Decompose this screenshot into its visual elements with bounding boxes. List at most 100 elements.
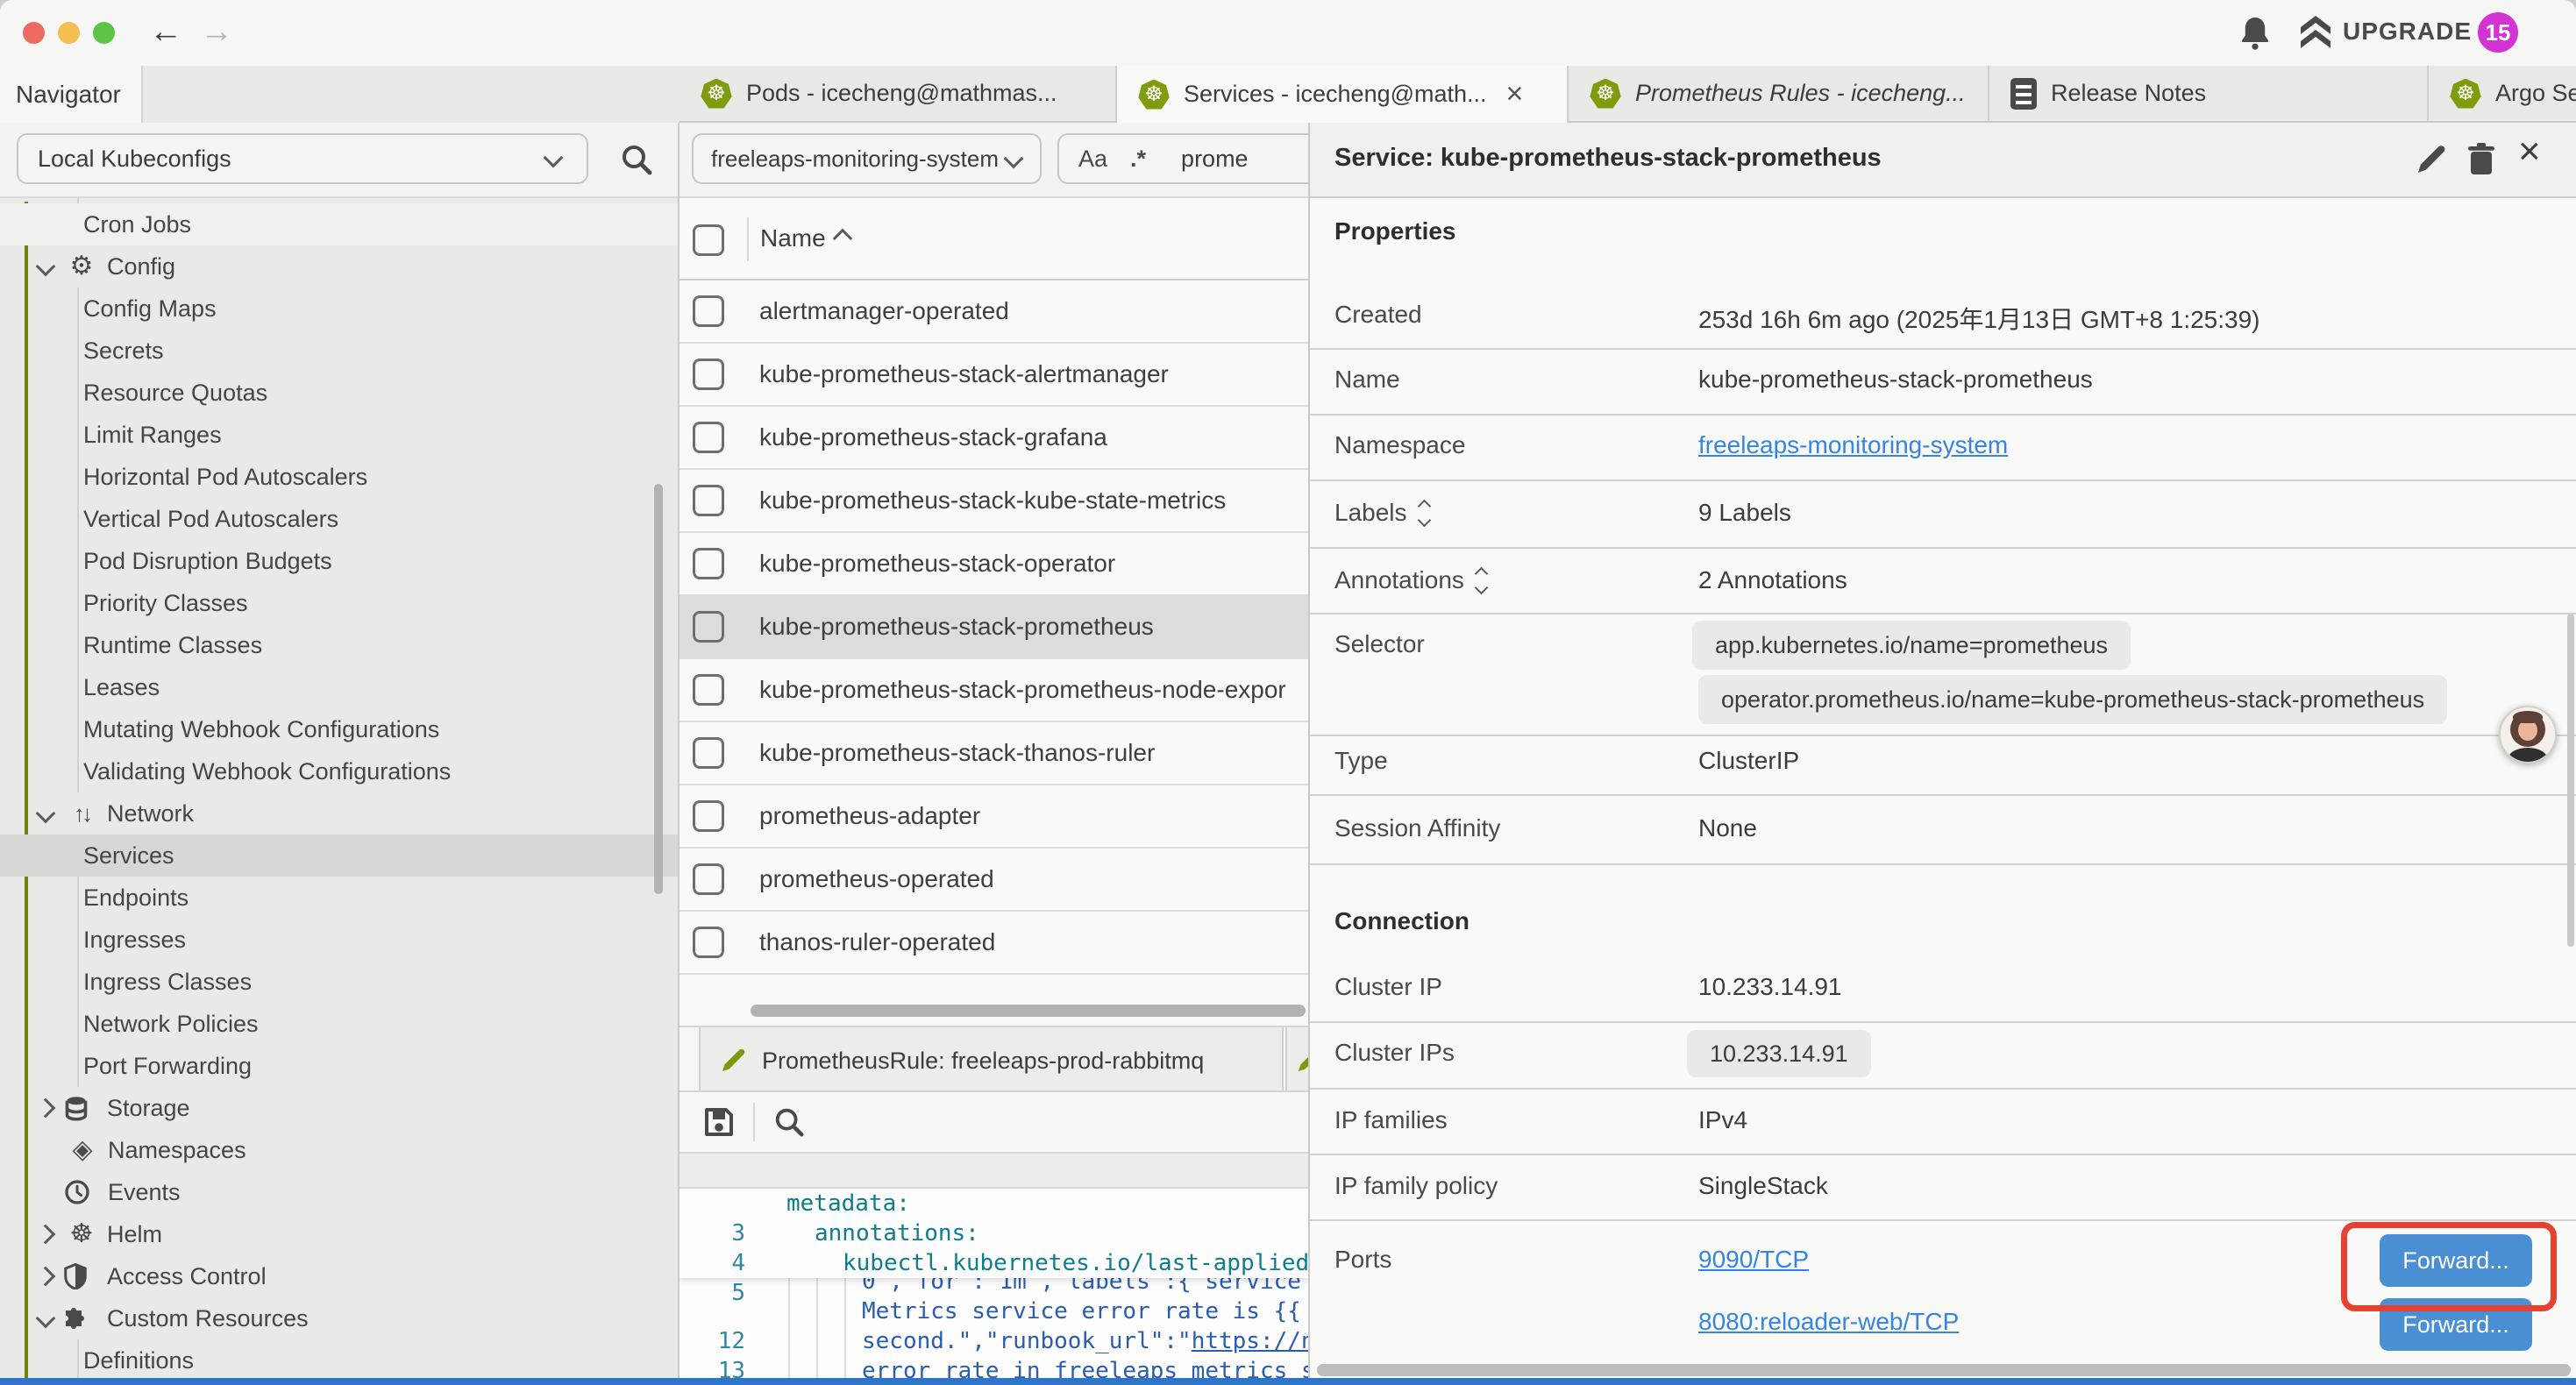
table-row[interactable]: kube-prometheus-stack-operator [680,533,1308,596]
sidebar-item-leases[interactable]: Leases [0,666,680,708]
row-checkbox[interactable] [693,737,724,769]
sidebar-item-custom-resources[interactable]: Custom Resources [0,1297,680,1339]
close-window-button[interactable] [23,22,45,44]
row-checkbox[interactable] [693,548,724,579]
sidebar-item-endpoints[interactable]: Endpoints [0,877,680,919]
editor-tab-prometheusrule[interactable]: PrometheusRule: freeleaps-prod-rabbitmq [699,1027,1284,1092]
tab-release-notes[interactable]: Release Notes [1989,66,2429,121]
labels-value: 9 Labels [1698,499,1791,527]
sidebar-scrollbar[interactable] [654,484,663,894]
row-divider [1310,479,2576,481]
forward-button[interactable]: → [200,12,233,51]
table-horizontal-scrollbar[interactable] [751,1005,1306,1017]
notification-badge[interactable]: 15 [2478,12,2518,53]
minimize-window-button[interactable] [58,22,80,44]
regex-toggle[interactable]: .* [1130,146,1146,173]
table-row[interactable]: kube-prometheus-stack-grafana [680,407,1308,470]
code-link[interactable]: https://net [1192,1328,1308,1354]
sidebar-item-ingresses[interactable]: Ingresses [0,919,680,961]
sidebar-item-runtime-classes[interactable]: Runtime Classes [0,624,680,666]
table-row[interactable]: kube-prometheus-stack-thanos-ruler [680,722,1308,785]
sidebar-item-events[interactable]: Events [0,1171,680,1213]
table-row[interactable]: thanos-ruler-operated [680,912,1308,975]
sidebar-item-validating-webhook-configurations[interactable]: Validating Webhook Configurations [0,750,680,792]
maximize-window-button[interactable] [93,22,115,44]
sidebar-item-ingress-classes[interactable]: Ingress Classes [0,961,680,1003]
table-row-selected[interactable]: kube-prometheus-stack-prometheus [680,596,1308,659]
tab-navigator[interactable]: Navigator [0,66,143,123]
tab-pods[interactable]: ☸ Pods - icecheng@mathmas... [680,66,1117,121]
table-row[interactable]: kube-prometheus-stack-alertmanager [680,344,1308,407]
sidebar-item-storage[interactable]: Storage [0,1087,680,1129]
sort-ascending-icon[interactable] [833,229,853,249]
details-scrollbar[interactable] [2567,614,2574,947]
port-link[interactable]: 8080:reloader-web/TCP [1698,1308,1959,1336]
row-checkbox[interactable] [693,359,724,390]
search-icon[interactable] [619,142,654,177]
column-header-name[interactable]: Name [760,224,826,252]
selector-chip: operator.prometheus.io/name=kube-prometh… [1698,675,2447,724]
annotations-label[interactable]: Annotations [1334,566,1486,594]
sidebar-item-port-forwarding[interactable]: Port Forwarding [0,1045,680,1087]
table-row[interactable]: prometheus-operated [680,849,1308,912]
sidebar-item-horizontal-pod-autoscalers[interactable]: Horizontal Pod Autoscalers [0,456,680,498]
sidebar-item-priority-classes[interactable]: Priority Classes [0,582,680,624]
sidebar-item-vertical-pod-autoscalers[interactable]: Vertical Pod Autoscalers [0,498,680,540]
sidebar-item-pod-disruption-budgets[interactable]: Pod Disruption Budgets [0,540,680,582]
row-checkbox[interactable] [693,863,724,895]
sidebar-item-limit-ranges[interactable]: Limit Ranges [0,414,680,456]
sidebar-item-resource-quotas[interactable]: Resource Quotas [0,372,680,414]
upgrade-icon[interactable] [2297,14,2334,53]
name-label: Name [1334,366,1400,394]
labels-label[interactable]: Labels [1334,499,1429,527]
select-all-checkbox[interactable] [693,224,724,256]
sidebar-item-network[interactable]: ↑↓ Network [0,792,680,835]
network-icon: ↑↓ [63,800,100,827]
close-tab-icon[interactable]: × [1506,77,1524,111]
row-checkbox[interactable] [693,485,724,516]
sidebar-item-network-policies[interactable]: Network Policies [0,1003,680,1045]
yaml-editor[interactable]: 0","for":"1m","labels":{"service":" 12 M… [680,1189,1308,1378]
sidebar-item-mutating-webhook-configurations[interactable]: Mutating Webhook Configurations [0,708,680,750]
edit-icon[interactable] [2413,142,2448,177]
sidebar-item-services[interactable]: Services [0,835,680,877]
sidebar-item-helm[interactable]: ☸ Helm [0,1213,680,1255]
back-button[interactable]: ← [149,12,182,51]
row-checkbox[interactable] [693,800,724,832]
avatar[interactable] [2499,706,2557,764]
sidebar-item-access-control[interactable]: Access Control [0,1255,680,1297]
close-panel-icon[interactable]: × [2518,130,2541,174]
tab-argo[interactable]: ☸ Argo Se [2429,66,2576,121]
tab-services[interactable]: ☸ Services - icecheng@math... × [1117,66,1569,123]
row-checkbox[interactable] [693,295,724,327]
sidebar-item-config-maps[interactable]: Config Maps [0,288,680,330]
sidebar-item-secrets[interactable]: Secrets [0,330,680,372]
port-link[interactable]: 9090/TCP [1698,1246,1809,1274]
match-case-toggle[interactable]: Aa [1078,146,1107,173]
created-value: 253d 16h 6m ago (2025年1月13日 GMT+8 1:25:3… [1698,301,2260,336]
sidebar-item-config[interactable]: ⚙ Config [0,245,680,288]
table-row[interactable]: prometheus-adapter [680,785,1308,849]
namespace-select[interactable]: freeleaps-monitoring-system [692,133,1042,184]
save-icon[interactable] [701,1104,737,1140]
row-checkbox[interactable] [693,611,724,643]
editor-search-icon[interactable] [772,1105,806,1139]
details-horizontal-scrollbar[interactable] [1317,1364,2571,1376]
namespace-link[interactable]: freeleaps-monitoring-system [1698,431,2008,459]
bell-icon[interactable] [2238,14,2273,53]
search-input[interactable]: Aa .* prome [1057,133,1308,184]
row-checkbox[interactable] [693,927,724,958]
sidebar-item-namespaces[interactable]: ◈ Namespaces [0,1129,680,1171]
table-row[interactable]: alertmanager-operated [680,281,1308,344]
editor-tab-next[interactable] [1285,1027,1308,1092]
row-checkbox[interactable] [693,674,724,706]
delete-icon[interactable] [2464,141,2499,178]
tab-prometheus-rules[interactable]: ☸ Prometheus Rules - icecheng... [1569,66,1989,121]
sidebar-item-definitions[interactable]: Definitions [0,1339,680,1378]
sidebar-item-cron-jobs[interactable]: Cron Jobs [0,203,680,245]
row-checkbox[interactable] [693,422,724,453]
table-row[interactable]: kube-prometheus-stack-prometheus-node-ex… [680,659,1308,722]
kubeconfig-select[interactable]: Local Kubeconfigs [17,133,588,184]
table-row[interactable]: kube-prometheus-stack-kube-state-metrics [680,470,1308,533]
upgrade-label[interactable]: UPGRADE [2343,18,2472,46]
